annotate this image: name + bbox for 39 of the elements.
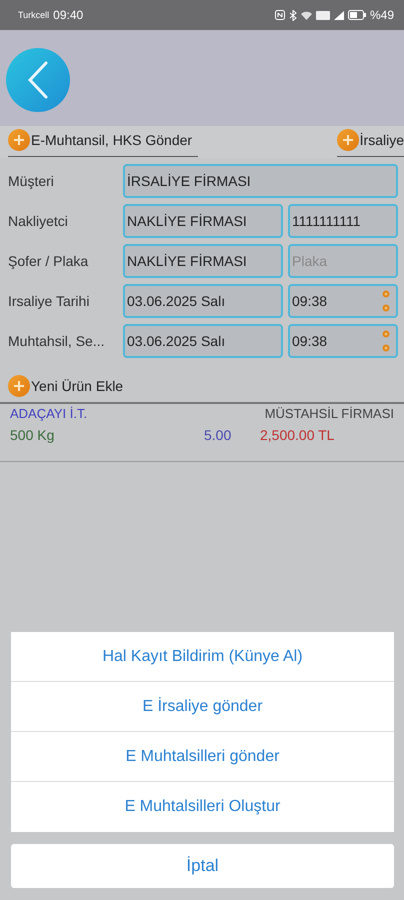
input-field[interactable]: 09:38 [288, 324, 398, 358]
nfc-icon [274, 10, 285, 20]
input-field[interactable]: NAKLİYE FİRMASI [123, 204, 283, 238]
action-option[interactable]: Hal Kayıt Bildirim (Künye Al) [11, 632, 394, 682]
wifi-icon [300, 10, 312, 20]
plus-icon [8, 128, 30, 150]
cancel-button[interactable]: İptal [11, 844, 394, 888]
battery-icon [348, 10, 366, 20]
field-label: Muhtahsil, Se... [8, 333, 106, 349]
field-label: Müşteri [8, 173, 55, 189]
product-name: ADAÇAYI İ.T. [10, 406, 88, 421]
back-icon [27, 60, 49, 100]
network-type-icon [316, 10, 330, 20]
product-item[interactable]: ADAÇAYI İ.T. MÜSTAHSİL FİRMASI 500 Kg 5.00 2,500.00 TL [0, 404, 404, 462]
field-label: Şofer / Plaka [8, 253, 90, 269]
input-field[interactable]: 09:38 [288, 284, 398, 318]
battery-level: %49 [370, 8, 394, 22]
input-field[interactable]: 03.06.2025 Salı [123, 284, 283, 318]
plus-icon [8, 375, 30, 397]
plus-icon [336, 128, 359, 150]
status-time: 09:40 [53, 8, 84, 22]
time-spinner-icon [382, 288, 390, 314]
field-label: Nakliyetci [8, 213, 69, 229]
add-product-button[interactable]: Yeni Ürün Ekle [8, 374, 124, 398]
input-field[interactable]: 03.06.2025 Salı [123, 324, 283, 358]
bluetooth-icon [288, 10, 297, 20]
time-spinner-icon [382, 328, 390, 354]
field-label: Irsaliye Tarihi [8, 293, 90, 309]
input-field[interactable]: NAKLİYE FİRMASI [123, 244, 283, 278]
carrier-name: Turkcell [18, 10, 50, 20]
total-price: 2,500.00 TL [260, 427, 334, 443]
toolbar-button[interactable]: E-Muhtansil, HKS Gönder [8, 127, 198, 157]
unit-price: 5.00 [204, 427, 232, 443]
supplier-name: MÜSTAHSİL FİRMASI [264, 406, 394, 421]
input-field[interactable]: 1111111111 [288, 204, 398, 238]
toolbar-button[interactable]: İrsaliye [336, 127, 404, 157]
input-field[interactable]: İRSALİYE FİRMASI [123, 164, 398, 198]
signal-icon [334, 10, 344, 20]
product-quantity: 500 Kg [10, 427, 56, 443]
